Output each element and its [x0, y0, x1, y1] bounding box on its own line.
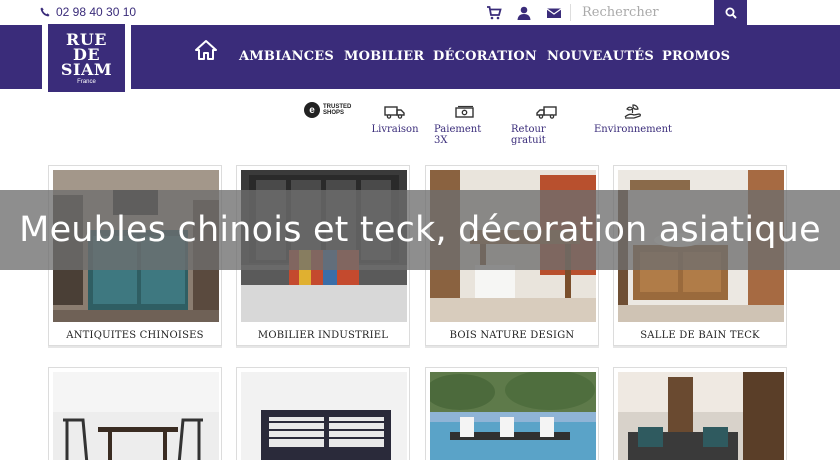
card-divider — [425, 346, 599, 348]
logo-subtitle: France — [77, 78, 96, 85]
phone-number: 02 98 40 30 10 — [56, 5, 137, 19]
nav-item-promos[interactable]: PROMOS — [662, 49, 730, 64]
leaf-hand-icon — [622, 102, 644, 122]
nav-item-mobilier[interactable]: MOBILIER — [344, 49, 424, 64]
trust-item-livraison[interactable]: Livraison — [371, 102, 419, 135]
trust-item-paiement[interactable]: Paiement 3X — [434, 102, 496, 146]
payment-icon — [454, 102, 476, 122]
trust-strip: e TRUSTED SHOPS Livraison Paiement 3X Re… — [0, 102, 840, 146]
category-label: MOBILIER INDUSTRIEL — [257, 330, 389, 341]
search-input[interactable] — [574, 1, 714, 24]
trust-label: Paiement 3X — [434, 124, 482, 146]
category-label: SALLE DE BAIN TECK — [640, 330, 760, 341]
trusted-shops-badge[interactable]: e TRUSTED SHOPS — [304, 102, 351, 118]
card-divider — [613, 346, 787, 348]
home-icon[interactable] — [195, 39, 217, 61]
phone-contact[interactable]: 02 98 40 30 10 — [40, 5, 136, 19]
trust-label: Retour gratuit — [511, 124, 546, 146]
mail-icon[interactable] — [546, 5, 562, 19]
trust-label: Environnement — [593, 124, 673, 135]
category-card-row2-4[interactable] — [613, 367, 787, 460]
truck-icon — [384, 102, 406, 122]
user-icon[interactable] — [516, 5, 532, 20]
category-label: ANTIQUITES CHINOISES — [66, 330, 204, 341]
logo-line-3: SIAM — [60, 59, 113, 79]
page-title: Meubles chinois et teck, décoration asia… — [19, 210, 821, 250]
category-image — [53, 372, 219, 460]
nav-item-nouveautes[interactable]: NOUVEAUTÉS — [547, 49, 654, 64]
search-icon — [725, 7, 737, 19]
card-divider — [48, 346, 222, 348]
trust-label: Livraison — [371, 124, 419, 135]
trusted-shops-icon: e — [304, 102, 320, 118]
divider — [570, 4, 571, 21]
trusted-shops-line2: SHOPS — [323, 110, 345, 116]
site-logo[interactable]: RUE DE SIAM France — [42, 18, 131, 98]
page-title-banner: Meubles chinois et teck, décoration asia… — [0, 190, 840, 270]
search-button[interactable] — [714, 0, 747, 25]
category-image — [618, 372, 784, 460]
trust-item-retour[interactable]: Retour gratuit — [511, 102, 581, 146]
trust-item-environnement[interactable]: Environnement — [593, 102, 673, 135]
nav-item-decoration[interactable]: DÉCORATION — [433, 49, 537, 64]
category-card-row2-2[interactable] — [236, 367, 410, 460]
cart-icon[interactable] — [486, 5, 502, 20]
phone-icon — [40, 7, 50, 17]
category-label: BOIS NATURE DESIGN — [449, 330, 575, 341]
category-image — [425, 370, 596, 460]
category-card-row2-1[interactable] — [48, 367, 222, 460]
nav-item-ambiances[interactable]: AMBIANCES — [239, 49, 334, 64]
category-card-row2-3[interactable] — [425, 367, 599, 460]
return-truck-icon — [535, 102, 557, 122]
card-divider — [236, 346, 410, 348]
category-image — [241, 372, 407, 460]
